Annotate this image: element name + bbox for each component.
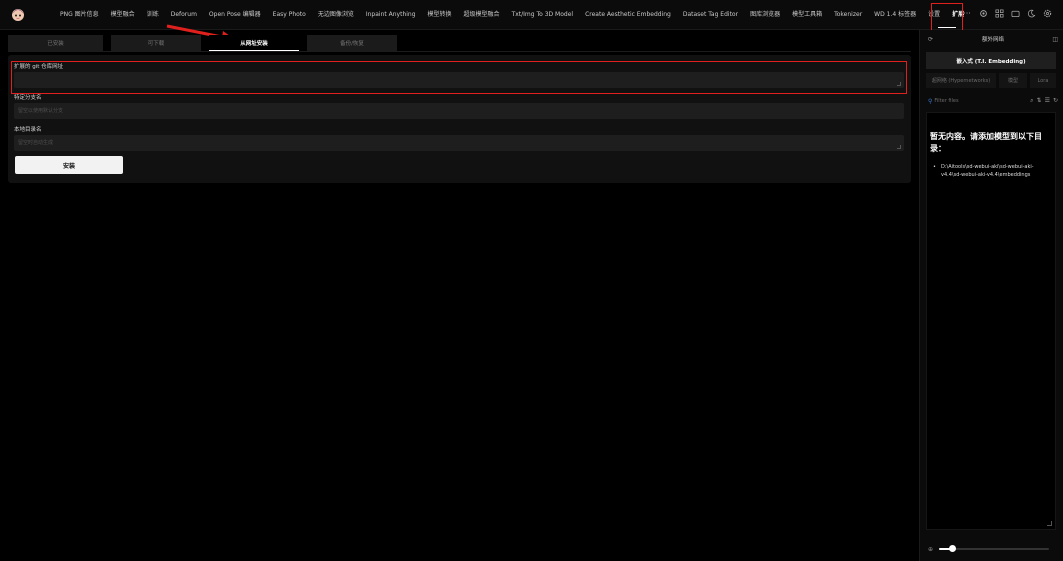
bilibili-icon[interactable] [1010, 9, 1020, 19]
sidebar-title: 额外网络 [981, 37, 1004, 43]
install-button[interactable]: 安装 [15, 156, 123, 174]
filter-tools: ⌕ ⇅ ☰ ↻ [1030, 97, 1058, 105]
zoom-slider-knob[interactable] [948, 545, 956, 552]
resize-handle-icon[interactable] [897, 145, 901, 149]
tab-dataset-tag-editor[interactable]: Dataset Tag Editor [677, 0, 744, 30]
tab-hypernetworks[interactable]: 超网络 (Hypernetworks) [926, 73, 996, 88]
sidebar-network-tabs: 嵌入式 (T.I. Embedding) 超网络 (Hypernetworks)… [926, 52, 1056, 88]
sort-icon[interactable]: ⇅ [1037, 97, 1042, 105]
resize-handle-icon[interactable] [1047, 521, 1052, 526]
extensions-subtabs: 已安装 可下载 从网址安装 备份/恢复 [8, 35, 397, 51]
subtab-install-from-url[interactable]: 从网址安装 [209, 35, 299, 51]
tab-checkpoints[interactable]: 模型 [999, 73, 1027, 88]
embeddings-directory-path: D:\Aitools\sd-webui-aki\sd-webui-aki-v4.… [933, 163, 1041, 179]
tab-model-toolkit[interactable]: 模型工具箱 [786, 0, 828, 30]
moon-icon[interactable] [1026, 9, 1036, 19]
zoom-icon: ⊕ [928, 545, 934, 553]
tab-aesthetic-embedding[interactable]: Create Aesthetic Embedding [579, 0, 677, 30]
dir-input-wrapper [14, 135, 904, 151]
extra-networks-sidebar: ⟳ 额外网络 ◫ 嵌入式 (T.I. Embedding) 超网络 (Hyper… [919, 30, 1063, 561]
search-icon: ⚲ [928, 97, 933, 105]
empty-state-title: 暂无内容。请添加模型到以下目录： [930, 132, 1042, 153]
gear-icon[interactable] [978, 9, 988, 19]
tab-model-convert[interactable]: 模型转换 [422, 0, 458, 30]
local-dir-label: 本地目录名 [14, 127, 42, 133]
tab-image-browser[interactable]: 图库浏览器 [744, 0, 786, 30]
grid-icon[interactable] [994, 9, 1004, 19]
tab-tokenizer[interactable]: Tokenizer [828, 0, 868, 30]
sidebar-header: ⟳ 额外网络 ◫ [928, 33, 1058, 45]
more-icon[interactable]: ··· [962, 9, 972, 19]
tab-wd14-tagger[interactable]: WD 1.4 标签器 [868, 0, 922, 30]
embedding-list-area: 暂无内容。请添加模型到以下目录： D:\Aitools\sd-webui-aki… [926, 112, 1056, 530]
subtab-backup-restore[interactable]: 备份/恢复 [307, 35, 397, 51]
top-navigation-bar: PNG 图片信息 模型融合 训练 Deforum Open Pose 编辑器 E… [0, 0, 1063, 31]
active-tab-underline [938, 27, 956, 28]
branch-name-input[interactable] [14, 103, 904, 119]
filter-bar: ⚲ ⌕ ⇅ ☰ ↻ [928, 95, 1058, 107]
url-field-highlight-box [11, 61, 907, 94]
tab-png-info[interactable]: PNG 图片信息 [54, 0, 105, 30]
subtab-available[interactable]: 可下载 [111, 35, 201, 51]
tab-infinite-image-browsing[interactable]: 无边图像浏览 [312, 0, 360, 30]
tab-easy-photo[interactable]: Easy Photo [267, 0, 312, 30]
subtab-installed[interactable]: 已安装 [8, 35, 103, 51]
tab-ti-embedding[interactable]: 嵌入式 (T.I. Embedding) [926, 52, 1056, 69]
refresh-list-icon[interactable]: ↻ [1053, 97, 1058, 105]
zoom-control: ⊕ [928, 544, 1058, 554]
tab-inpaint-anything[interactable]: Inpaint Anything [360, 0, 422, 30]
refresh-icon[interactable]: ⟳ [928, 36, 933, 43]
local-dir-input[interactable] [14, 135, 904, 151]
tab-3d-model[interactable]: Txt/Img To 3D Model [506, 0, 580, 30]
list-view-icon[interactable]: ☰ [1045, 97, 1050, 105]
tab-train[interactable]: 训练 [141, 0, 165, 30]
settings-gear-icon[interactable] [1042, 9, 1052, 19]
tab-model-merge[interactable]: 模型融合 [105, 0, 141, 30]
branch-label: 特定分支名 [14, 95, 42, 101]
top-right-toolbar: ··· [962, 9, 1052, 19]
tab-super-merger[interactable]: 超级模型融合 [458, 0, 506, 30]
app-logo-icon [12, 9, 24, 21]
filter-files-input[interactable] [934, 98, 1005, 104]
folder-search-icon[interactable]: ⌕ [1030, 97, 1033, 105]
collapse-icon[interactable]: ◫ [1052, 36, 1058, 43]
subtab-divider [8, 51, 911, 52]
tab-lora[interactable]: Lora [1030, 73, 1056, 88]
zoom-slider-track[interactable] [939, 545, 1050, 552]
